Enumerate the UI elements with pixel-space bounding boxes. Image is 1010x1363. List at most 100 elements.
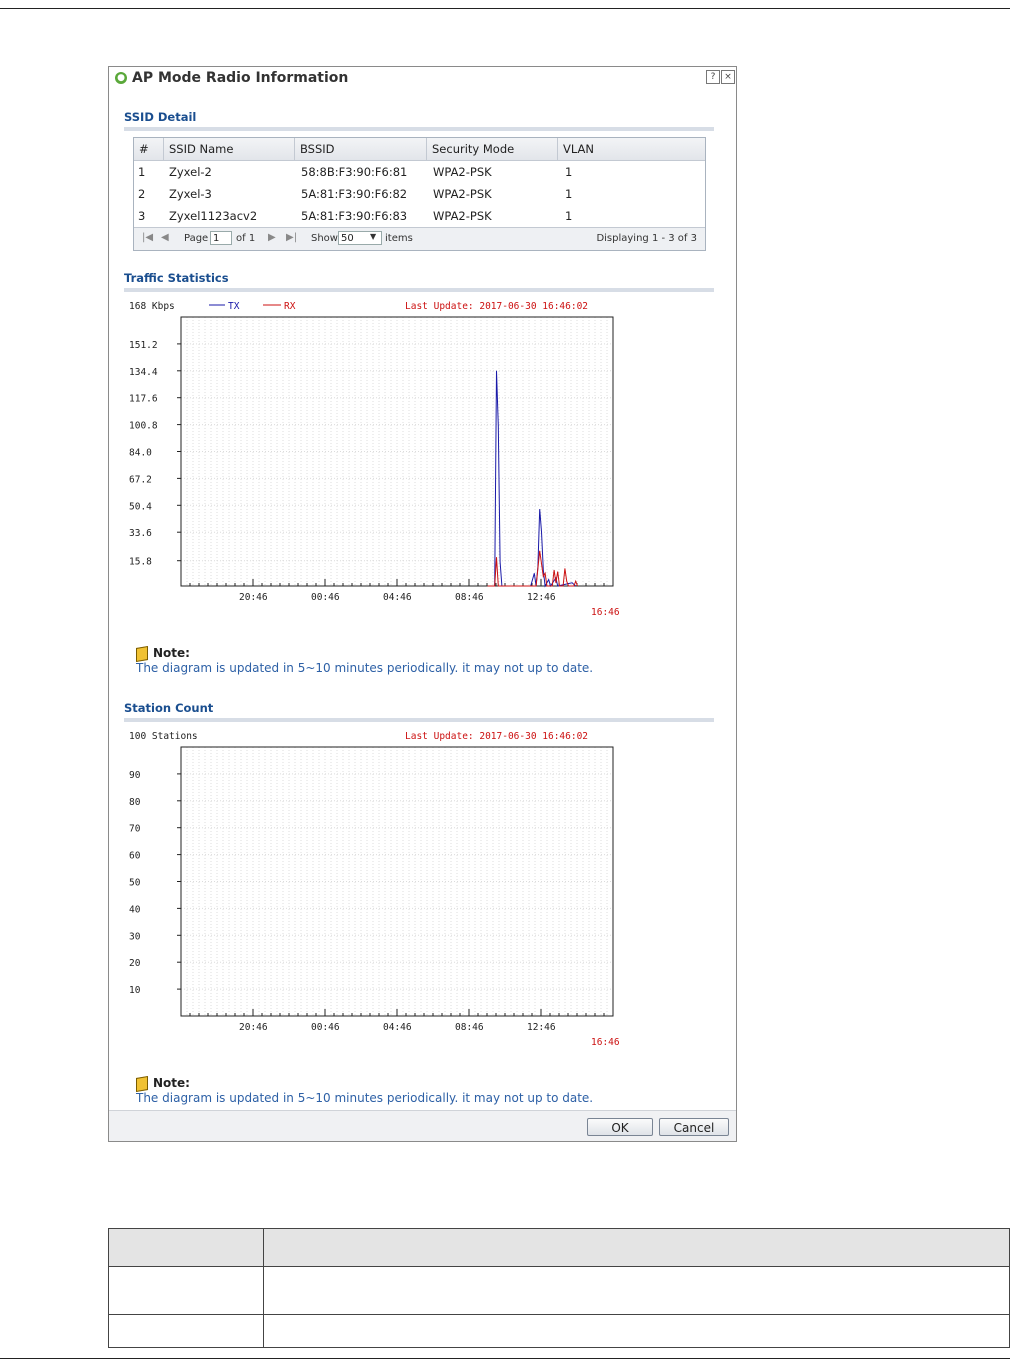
- tx-legend-label: TX: [228, 301, 240, 312]
- section-divider: [124, 288, 714, 292]
- close-icon[interactable]: ×: [721, 70, 735, 84]
- y-tick-label: 67.2: [129, 474, 152, 485]
- first-page-icon[interactable]: |◀: [142, 232, 153, 243]
- station-chart: 100 Stations Last Update: 2017-06-30 16:…: [129, 731, 620, 1045]
- page-count: of 1: [236, 233, 256, 244]
- cancel-button[interactable]: Cancel: [659, 1118, 729, 1136]
- dialog-titlebar: ● AP Mode Radio Information ? ×: [109, 67, 736, 91]
- help-icon[interactable]: ?: [706, 70, 720, 84]
- header-cell: [108, 1228, 264, 1267]
- y-tick-label: 33.6: [129, 528, 152, 539]
- last-update-label: Last Update: 2017-06-30 16:46:02: [405, 731, 588, 742]
- cell-security-mode: WPA2-PSK: [433, 209, 492, 223]
- table-header: [108, 1228, 1010, 1267]
- y-tick-label: 40: [129, 904, 141, 915]
- traffic-statistics-title: Traffic Statistics: [124, 271, 229, 285]
- x-tick-label: 08:46: [455, 592, 484, 603]
- station-count-title: Station Count: [124, 701, 214, 715]
- y-tick-label: 90: [129, 770, 141, 781]
- note-text: The diagram is updated in 5~10 minutes p…: [136, 661, 594, 675]
- description-cell: [263, 1314, 1010, 1348]
- cell-bssid: 58:8B:F3:90:F6:81: [301, 165, 408, 179]
- cell-security-mode: WPA2-PSK: [433, 165, 492, 179]
- rx-legend-label: RX: [284, 301, 296, 312]
- y-tick-label: 134.4: [129, 367, 158, 378]
- y-tick-label: 80: [129, 797, 141, 808]
- y-tick-label: 151.2: [129, 340, 158, 351]
- cell-vlan: 1: [565, 209, 573, 223]
- ok-button[interactable]: OK: [587, 1118, 653, 1136]
- ap-mode-radio-info-dialog: ● AP Mode Radio Information ? × SSID Det…: [108, 66, 737, 1142]
- y-unit-label: 100 Stations: [129, 731, 198, 742]
- ssid-detail-title: SSID Detail: [124, 110, 197, 124]
- cell-ssid-name: Zyxel-2: [169, 165, 212, 179]
- y-tick-label: 117.6: [129, 394, 158, 405]
- cell-vlan: 1: [565, 165, 573, 179]
- cell-bssid: 5A:81:F3:90:F6:83: [301, 209, 408, 223]
- label-cell: [108, 1314, 264, 1348]
- section-divider: [124, 127, 714, 131]
- page-label: Page: [184, 233, 209, 244]
- displaying-count: Displaying 1 - 3 of 3: [596, 233, 697, 244]
- cell-index: 1: [138, 165, 146, 179]
- cell-ssid-name: Zyxel1123acv2: [169, 209, 258, 223]
- x-tick-label: 04:46: [383, 1022, 412, 1033]
- last-update-label: Last Update: 2017-06-30 16:46:02: [405, 301, 588, 312]
- page-bottom-rule: [0, 1358, 1010, 1359]
- current-time-label: 16:46: [591, 607, 620, 615]
- table-row[interactable]: 1 Zyxel-2 58:8B:F3:90:F6:81 WPA2-PSK 1: [134, 161, 690, 183]
- col-security-mode[interactable]: Security Mode: [427, 138, 558, 160]
- cell-security-mode: WPA2-PSK: [433, 187, 492, 201]
- table-header: # SSID Name BSSID Security Mode VLAN: [134, 138, 705, 161]
- current-time-label: 16:46: [591, 1037, 620, 1045]
- last-page-icon[interactable]: ▶|: [286, 232, 297, 243]
- page-input[interactable]: 1: [210, 231, 232, 245]
- note-label: Note:: [153, 1076, 190, 1090]
- table-row[interactable]: 3 Zyxel1123acv2 5A:81:F3:90:F6:83 WPA2-P…: [134, 205, 690, 227]
- table-row[interactable]: 2 Zyxel-3 5A:81:F3:90:F6:82 WPA2-PSK 1: [134, 183, 690, 205]
- x-tick-label: 12:46: [527, 592, 556, 603]
- note-icon: [136, 645, 148, 663]
- table-pager: |◀ ◀ Page 1 of 1 ▶ ▶| Show 50 ▼ items Di…: [134, 227, 705, 250]
- note-label: Note:: [153, 646, 190, 660]
- col-index[interactable]: #: [134, 138, 164, 160]
- col-bssid[interactable]: BSSID: [295, 138, 427, 160]
- table-row: [108, 1266, 1010, 1315]
- y-tick-label: 60: [129, 851, 141, 862]
- cell-index: 2: [138, 187, 146, 201]
- info-icon: ●: [115, 72, 127, 84]
- traffic-chart: 168 Kbps TX RX Last Update: 2017-06-30 1…: [129, 301, 620, 615]
- table-row: [108, 1314, 1010, 1348]
- x-tick-label: 20:46: [239, 1022, 268, 1033]
- cell-index: 3: [138, 209, 146, 223]
- y-tick-label: 15.8: [129, 557, 152, 568]
- cell-bssid: 5A:81:F3:90:F6:82: [301, 187, 408, 201]
- description-cell: [263, 1266, 1010, 1315]
- prev-page-icon[interactable]: ◀: [161, 232, 169, 243]
- cell-ssid-name: Zyxel-3: [169, 187, 212, 201]
- y-tick-label: 50.4: [129, 501, 152, 512]
- y-tick-label: 100.8: [129, 421, 158, 432]
- page-top-rule: [0, 8, 1010, 9]
- x-tick-label: 04:46: [383, 592, 412, 603]
- y-tick-label: 50: [129, 878, 141, 889]
- col-ssid-name[interactable]: SSID Name: [164, 138, 295, 160]
- description-table: [108, 1228, 1010, 1348]
- y-tick-label: 30: [129, 931, 141, 942]
- next-page-icon[interactable]: ▶: [268, 232, 276, 243]
- y-unit-label: 168 Kbps: [129, 301, 175, 312]
- label-cell: [108, 1266, 264, 1315]
- note-icon: [136, 1075, 148, 1093]
- cell-vlan: 1: [565, 187, 573, 201]
- section-divider: [124, 718, 714, 722]
- header-cell: [263, 1228, 1010, 1267]
- chevron-down-icon[interactable]: ▼: [370, 232, 376, 241]
- y-tick-label: 70: [129, 824, 141, 835]
- y-tick-label: 84.0: [129, 448, 152, 459]
- show-label: Show: [311, 233, 338, 244]
- items-label: items: [385, 233, 413, 244]
- x-tick-label: 20:46: [239, 592, 268, 603]
- x-tick-label: 08:46: [455, 1022, 484, 1033]
- x-tick-label: 00:46: [311, 1022, 340, 1033]
- col-vlan[interactable]: VLAN: [558, 138, 705, 160]
